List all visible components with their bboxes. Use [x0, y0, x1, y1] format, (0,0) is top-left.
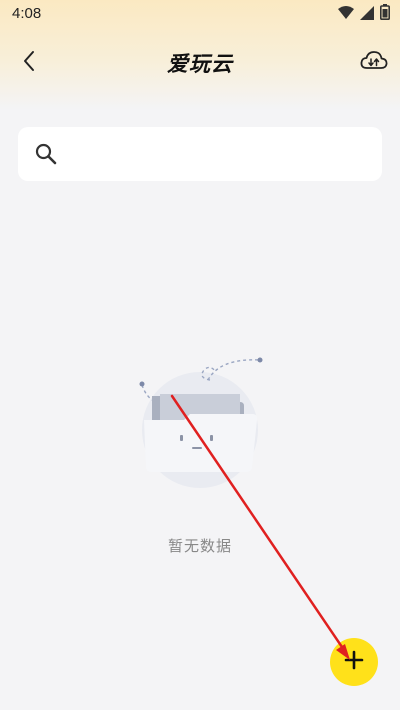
signal-icon: [360, 5, 374, 24]
search-icon: [34, 142, 58, 166]
status-time: 4:08: [12, 5, 42, 22]
battery-icon: [380, 4, 390, 24]
cloud-sync-icon: [360, 50, 388, 76]
empty-folder-icon: [132, 350, 272, 490]
app-header: 爱玩云: [0, 36, 400, 88]
page-title: 爱玩云: [167, 52, 233, 76]
status-bar: 4:08: [0, 0, 400, 28]
wifi-icon: [338, 5, 354, 24]
cloud-sync-button[interactable]: [358, 48, 390, 78]
search-input[interactable]: [70, 135, 374, 175]
search-box[interactable]: [18, 127, 382, 181]
status-icons: [338, 4, 390, 24]
empty-state-text: 暂无数据: [167, 537, 232, 555]
plus-icon: [343, 649, 365, 675]
add-button[interactable]: [330, 638, 378, 686]
